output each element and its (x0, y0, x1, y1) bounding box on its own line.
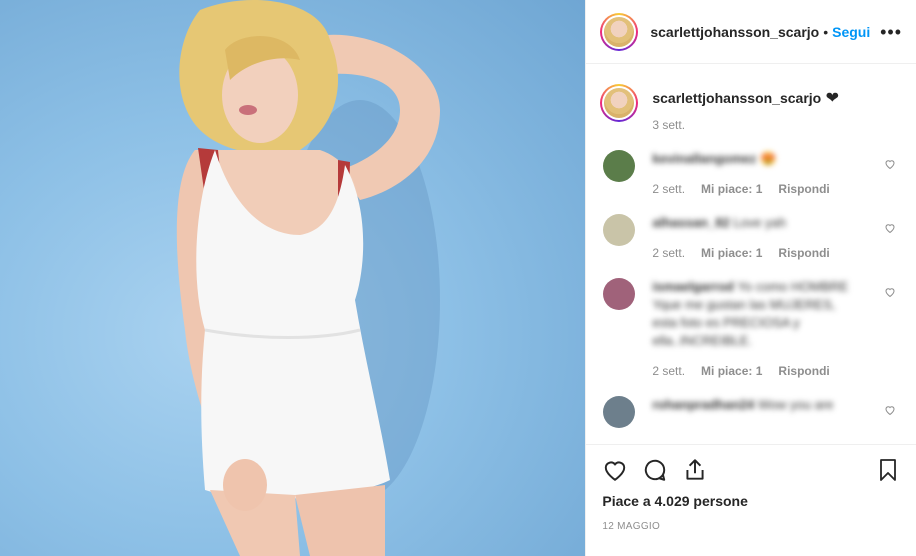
caption: scarlettjohansson_scarjo ❤ 3 sett. (600, 84, 900, 132)
comment-bubble-icon[interactable] (642, 457, 668, 483)
comment-avatar[interactable] (603, 150, 636, 182)
comment-time: 2 sett. (652, 364, 686, 378)
comment-likes[interactable]: Mi piace: 1 (701, 246, 762, 260)
comment-text: Wow you are (757, 397, 834, 412)
heart-icon[interactable] (884, 404, 896, 416)
reply-button[interactable]: Rispondi (778, 182, 829, 196)
comment-text: Love yah (733, 215, 787, 230)
separator-dot: • (823, 23, 829, 40)
comment-item: kevinallangomez 😍 2 sett. Mi piace: 1 Ri… (600, 150, 900, 196)
comment-text: 😍 (760, 151, 777, 166)
comment-item: alhassan_82 Love yah 2 sett. Mi piace: 1… (600, 214, 900, 260)
comment-item: rohanpradhan24 Wow you are (600, 396, 900, 428)
comment-item: ismaelgarrod Yo como HOMBRE Yque me gust… (600, 278, 900, 378)
header-username[interactable]: scarlettjohansson_scarjo (650, 24, 819, 40)
comments-list[interactable]: scarlettjohansson_scarjo ❤ 3 sett. kevin… (586, 64, 916, 444)
comment-avatar[interactable] (603, 396, 636, 428)
reply-button[interactable]: Rispondi (778, 246, 829, 260)
photo-illustration (176, 0, 440, 556)
comment-avatar[interactable] (603, 214, 636, 246)
post-sidebar: scarlettjohansson_scarjo • Segui ••• sca… (585, 0, 916, 556)
more-dots-icon[interactable]: ••• (880, 23, 902, 41)
caption-time: 3 sett. (652, 118, 686, 132)
follow-button[interactable]: Segui (832, 24, 870, 40)
caption-avatar[interactable] (600, 84, 639, 122)
heart-icon[interactable] (884, 286, 896, 298)
comment-username[interactable]: ismaelgarrod (652, 279, 734, 294)
comment-username[interactable]: rohanpradhan24 (652, 397, 754, 412)
share-icon[interactable] (682, 457, 708, 483)
avatar[interactable] (600, 12, 639, 51)
likes-count[interactable]: Piace a 4.029 persone (602, 493, 900, 509)
post-photo[interactable] (0, 0, 586, 556)
comment-username[interactable]: kevinallangomez (652, 151, 756, 166)
reply-button[interactable]: Rispondi (778, 364, 829, 378)
caption-text: ❤ (825, 90, 840, 107)
comment-time: 2 sett. (652, 246, 686, 260)
comment-time: 2 sett. (652, 182, 686, 196)
heart-icon[interactable] (884, 158, 896, 170)
instagram-post: scarlettjohansson_scarjo • Segui ••• sca… (0, 0, 916, 556)
post-date: 12 MAGGIO (602, 521, 661, 532)
comment-avatar[interactable] (603, 278, 636, 310)
heart-icon[interactable] (884, 222, 896, 234)
post-header: scarlettjohansson_scarjo • Segui ••• (586, 0, 916, 64)
caption-username[interactable]: scarlettjohansson_scarjo (652, 90, 821, 106)
like-heart-icon[interactable] (602, 457, 628, 483)
comment-username[interactable]: alhassan_82 (652, 215, 729, 230)
comment-likes[interactable]: Mi piace: 1 (701, 364, 762, 378)
post-actions: Piace a 4.029 persone 12 MAGGIO (586, 444, 916, 556)
bookmark-icon[interactable] (876, 457, 900, 483)
comment-likes[interactable]: Mi piace: 1 (701, 182, 762, 196)
